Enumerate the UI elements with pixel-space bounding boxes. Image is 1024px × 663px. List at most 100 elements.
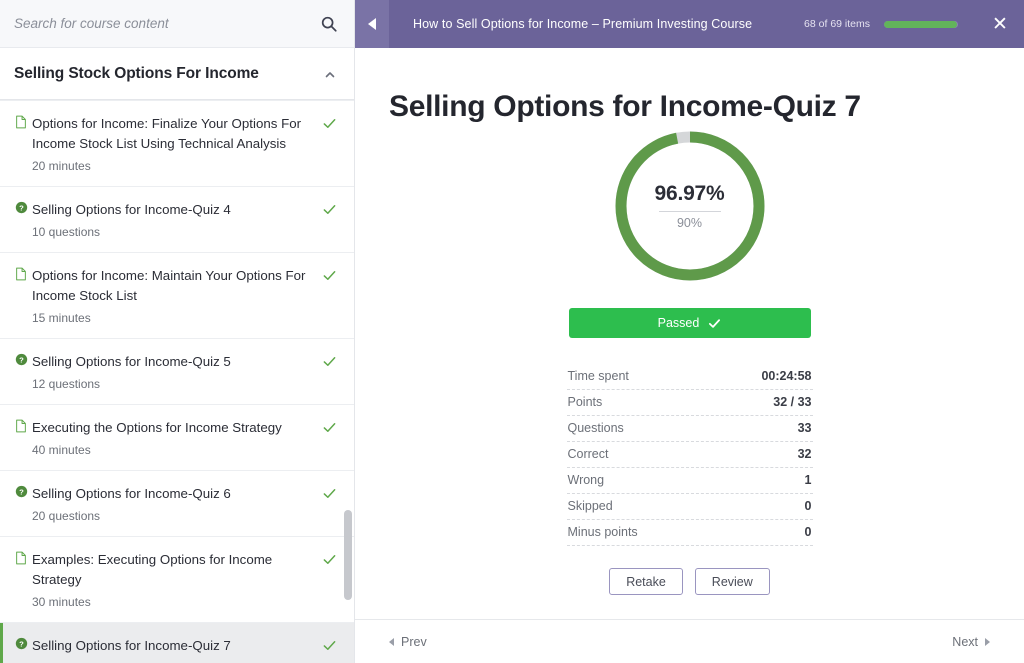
- list-item-title: Options for Income: Finalize Your Option…: [32, 116, 302, 151]
- progress-label: 68 of 69 items: [804, 18, 870, 30]
- result-actions: Retake Review: [389, 568, 990, 595]
- chevron-right-icon: [985, 637, 990, 646]
- completed-check-icon: [322, 114, 340, 136]
- stat-row: Wrong 1: [566, 468, 813, 494]
- stat-value: 0: [804, 525, 812, 539]
- stat-row: Skipped 0: [566, 494, 813, 520]
- prev-label: Prev: [401, 634, 427, 649]
- stat-row: Minus points 0: [566, 520, 813, 546]
- svg-text:?: ?: [19, 487, 24, 496]
- document-icon: [10, 114, 32, 129]
- search-icon[interactable]: [320, 15, 338, 33]
- stat-value: 33: [797, 421, 812, 435]
- list-item-meta: 30 minutes: [32, 595, 91, 609]
- search-bar: [0, 0, 354, 48]
- main-panel: How to Sell Options for Income – Premium…: [355, 0, 1024, 663]
- footer-navigation: Prev Next: [355, 619, 1024, 663]
- list-item-meta: 10 questions: [32, 225, 101, 239]
- stat-label: Questions: [567, 421, 624, 435]
- retake-button[interactable]: Retake: [609, 568, 683, 595]
- list-item-meta: 40 minutes: [32, 443, 91, 457]
- course-sidebar: Selling Stock Options For Income 14 ques…: [0, 0, 355, 663]
- stat-value: 32: [797, 447, 812, 461]
- pass-threshold: 90%: [676, 216, 703, 230]
- list-item[interactable]: Options for Income: Finalize Your Option…: [0, 101, 354, 187]
- list-item[interactable]: ? Selling Options for Income-Quiz 4 10 que…: [0, 187, 354, 253]
- page-title: Selling Options for Income-Quiz 7: [389, 90, 861, 123]
- chevron-left-icon: [368, 18, 376, 30]
- completed-check-icon: [322, 266, 340, 288]
- status-badge[interactable]: Passed: [568, 308, 811, 338]
- sidebar-scrollbar[interactable]: [344, 200, 352, 663]
- score-donut-chart: 96.97% 90%: [614, 130, 766, 282]
- stat-label: Correct: [567, 447, 609, 461]
- list-item[interactable]: Options for Income: Maintain Your Option…: [0, 253, 354, 339]
- quiz-result-content: Selling Options for Income-Quiz 7 96.97%…: [355, 48, 1024, 663]
- donut-center-label: 96.97% 90%: [614, 130, 766, 282]
- score-percent: 96.97%: [654, 182, 725, 205]
- document-icon: [10, 550, 32, 565]
- course-title: How to Sell Options for Income – Premium…: [413, 17, 753, 31]
- chevron-left-icon: [389, 637, 394, 646]
- stat-value: 0: [804, 499, 812, 513]
- list-item-title: Selling Options for Income-Quiz 4: [32, 202, 231, 217]
- stat-row: Questions 33: [566, 416, 813, 442]
- section-header[interactable]: Selling Stock Options For Income: [0, 48, 354, 100]
- divider: [658, 211, 721, 212]
- lesson-list[interactable]: 14 questionsOptions for Income: Finalize…: [0, 100, 354, 663]
- stat-value: 00:24:58: [761, 369, 812, 383]
- prev-link[interactable]: Prev: [389, 635, 427, 649]
- list-item-title: Selling Options for Income-Quiz 7: [32, 638, 231, 653]
- next-link[interactable]: Next: [952, 635, 990, 649]
- svg-text:?: ?: [19, 203, 24, 212]
- stat-value: 1: [804, 473, 812, 487]
- list-item-title: Examples: Executing Options for Income S…: [32, 552, 273, 587]
- list-item[interactable]: Examples: Executing Options for Income S…: [0, 537, 354, 623]
- list-item-title: Selling Options for Income-Quiz 5: [32, 354, 231, 369]
- stat-label: Wrong: [567, 473, 605, 487]
- quiz-icon: ?: [10, 200, 32, 214]
- completed-check-icon: [322, 352, 340, 374]
- list-item-meta: 15 minutes: [32, 311, 91, 325]
- list-item[interactable]: ? Selling Options for Income-Quiz 6 20 que…: [0, 471, 354, 537]
- course-player: Selling Stock Options For Income 14 ques…: [0, 0, 1024, 663]
- document-icon: [10, 266, 32, 281]
- stat-row: Correct 32: [566, 442, 813, 468]
- progress-bar: [884, 20, 958, 28]
- check-icon: [708, 317, 721, 330]
- close-icon[interactable]: ✕: [976, 0, 1024, 48]
- score-donut-wrap: 96.97% 90%: [389, 130, 990, 282]
- stat-label: Minus points: [567, 525, 638, 539]
- list-item-meta: 12 questions: [32, 377, 101, 391]
- collapse-sidebar-button[interactable]: [355, 0, 389, 48]
- search-input[interactable]: [14, 16, 320, 31]
- quiz-stats-table: Time spent 00:24:58 Points 32 / 33 Questions…: [566, 364, 813, 546]
- sidebar-scrollbar-thumb[interactable]: [344, 510, 352, 600]
- list-item[interactable]: ?Selling Options for Income-Quiz 733 que…: [0, 623, 354, 663]
- completed-check-icon: [322, 418, 340, 440]
- completed-check-icon: [322, 484, 340, 506]
- list-item[interactable]: Executing the Options for Income Strateg…: [0, 405, 354, 471]
- list-item-title: Selling Options for Income-Quiz 6: [32, 486, 231, 501]
- stat-row: Points 32 / 33: [566, 390, 813, 416]
- stat-label: Points: [567, 395, 603, 409]
- list-item-title: Options for Income: Maintain Your Option…: [32, 268, 306, 303]
- completed-check-icon: [322, 200, 340, 222]
- completed-check-icon: [322, 636, 340, 658]
- list-item-meta: 20 minutes: [32, 159, 91, 173]
- quiz-icon: ?: [10, 636, 32, 650]
- status-label: Passed: [657, 316, 700, 330]
- section-title: Selling Stock Options For Income: [14, 64, 259, 82]
- svg-text:?: ?: [19, 639, 24, 648]
- stat-label: Time spent: [567, 369, 629, 383]
- svg-text:?: ?: [19, 355, 24, 364]
- top-bar: How to Sell Options for Income – Premium…: [355, 0, 1024, 48]
- review-button[interactable]: Review: [694, 568, 770, 595]
- list-item[interactable]: ? Selling Options for Income-Quiz 5 12 que…: [0, 339, 354, 405]
- list-item-meta: 20 questions: [32, 509, 101, 523]
- document-icon: [10, 418, 32, 433]
- chevron-up-icon[interactable]: [324, 68, 336, 80]
- quiz-icon: ?: [10, 484, 32, 498]
- quiz-icon: ?: [10, 352, 32, 366]
- stat-value: 32 / 33: [773, 395, 812, 409]
